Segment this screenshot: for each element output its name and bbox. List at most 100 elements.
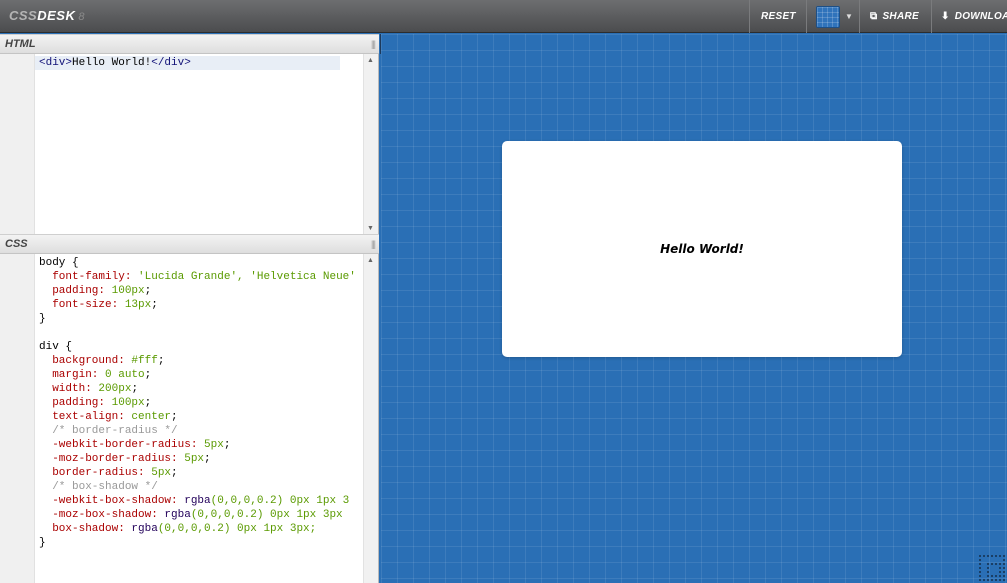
code-token: rgba bbox=[184, 495, 211, 507]
download-button[interactable]: ⬇ DOWNLOAD bbox=[941, 0, 1007, 33]
code-line[interactable]: 18 -webkit-box-shadow: rgba(0,0,0,0.2) 0… bbox=[35, 494, 364, 508]
code-line[interactable]: 17 /* box-shadow */ bbox=[35, 480, 364, 494]
code-token: -webkit-border-radius: bbox=[39, 439, 205, 451]
code-line[interactable]: 15 -moz-border-radius: 5px; bbox=[35, 452, 364, 466]
code-token: div { bbox=[39, 341, 73, 353]
code-token: } bbox=[39, 537, 46, 549]
theme-swatch-icon bbox=[816, 5, 840, 28]
code-token: width: bbox=[39, 383, 99, 395]
toolbar-divider bbox=[859, 0, 860, 33]
code-line[interactable]: 19 -moz-box-shadow: rgba(0,0,0,0.2) 0px … bbox=[35, 508, 364, 522]
code-line[interactable]: 9 margin: 0 auto; bbox=[35, 368, 364, 382]
html-pane-header: HTML ||| bbox=[0, 34, 379, 54]
code-token: font-family: bbox=[39, 271, 139, 283]
html-code-editor[interactable]: 1<div>Hello World!</div> bbox=[35, 54, 364, 234]
code-token: 200px bbox=[98, 383, 132, 395]
css-pane-header: CSS ||| bbox=[0, 234, 379, 254]
scroll-up-icon[interactable]: ▲ bbox=[367, 257, 374, 264]
code-token: } bbox=[39, 313, 46, 325]
code-token: 5px bbox=[184, 453, 205, 465]
editor-panel: HTML ||| 1<div>Hello World!</div> ▲ ▼ CS… bbox=[0, 34, 379, 583]
toolbar-divider bbox=[749, 0, 750, 33]
code-line[interactable]: 4 font-size: 13px; bbox=[35, 298, 364, 312]
html-scrollbar[interactable]: ▲ ▼ bbox=[363, 54, 378, 234]
code-token: ; bbox=[204, 453, 211, 465]
toolbar-divider bbox=[931, 0, 932, 33]
code-line[interactable]: 21} bbox=[35, 536, 364, 550]
code-token: ; bbox=[171, 411, 178, 423]
code-token: rgba bbox=[131, 523, 158, 535]
resize-handle-icon[interactable] bbox=[979, 555, 1005, 581]
code-token: 5px bbox=[204, 439, 224, 451]
grip-icon[interactable]: ||| bbox=[371, 39, 376, 49]
code-line[interactable]: 20 box-shadow: rgba(0,0,0,0.2) 0px 1px 3… bbox=[35, 522, 364, 536]
theme-picker-button[interactable]: ▼ bbox=[816, 0, 853, 33]
code-token: (0,0,0,0.2) 0px 1px 3px; bbox=[157, 523, 317, 535]
code-line[interactable]: 1<div>Hello World!</div> bbox=[35, 56, 340, 70]
code-token: </div> bbox=[151, 57, 191, 69]
css-code-editor[interactable]: 1body {2 font-family: 'Lucida Grande', '… bbox=[35, 254, 364, 583]
code-token: ; bbox=[131, 383, 139, 395]
code-token: 'Lucida Grande', 'Helvetica Neue' bbox=[138, 271, 356, 283]
scroll-up-icon[interactable]: ▲ bbox=[367, 57, 374, 64]
share-button[interactable]: ⧉ SHARE bbox=[870, 0, 919, 33]
code-line[interactable]: 11 padding: 100px; bbox=[35, 396, 364, 410]
code-token: /* box-shadow */ bbox=[39, 481, 158, 493]
code-token: 5px bbox=[151, 467, 172, 479]
code-token: 100px bbox=[111, 285, 145, 297]
code-token: box-shadow: bbox=[39, 523, 132, 535]
code-token: padding: bbox=[39, 285, 112, 297]
code-line[interactable]: 7div { bbox=[35, 340, 364, 354]
code-token: body { bbox=[39, 257, 79, 269]
code-token: padding: bbox=[39, 397, 112, 409]
preview-area: Hello World! bbox=[381, 34, 1007, 583]
code-token: 100px bbox=[111, 397, 145, 409]
code-line[interactable]: 6 bbox=[35, 326, 364, 340]
grip-icon[interactable]: ||| bbox=[371, 239, 376, 249]
code-line[interactable]: 13 /* border-radius */ bbox=[35, 424, 364, 438]
code-line[interactable]: 12 text-align: center; bbox=[35, 410, 364, 424]
toolbar-divider bbox=[806, 0, 807, 33]
code-token: ; bbox=[144, 369, 152, 381]
code-token: border-radius: bbox=[39, 467, 152, 479]
code-token: ; bbox=[171, 467, 178, 479]
code-token: ; bbox=[223, 439, 231, 451]
code-line[interactable]: 3 padding: 100px; bbox=[35, 284, 364, 298]
reset-button[interactable]: RESET bbox=[761, 0, 796, 33]
code-line[interactable]: 2 font-family: 'Lucida Grande', 'Helveti… bbox=[35, 270, 364, 284]
code-line[interactable]: 14 -webkit-border-radius: 5px; bbox=[35, 438, 364, 452]
logo-text-css: CSS bbox=[9, 8, 38, 23]
code-token: 0 auto bbox=[105, 369, 145, 381]
code-line[interactable]: 1body { bbox=[35, 256, 364, 270]
code-token: ; bbox=[157, 355, 165, 367]
download-icon: ⬇ bbox=[941, 11, 950, 22]
share-label: SHARE bbox=[882, 11, 919, 22]
preview-hello-box: Hello World! bbox=[502, 141, 902, 357]
share-icon: ⧉ bbox=[870, 11, 878, 22]
code-line[interactable]: 5} bbox=[35, 312, 364, 326]
code-line[interactable]: 8 background: #fff; bbox=[35, 354, 364, 368]
code-line[interactable]: 16 border-radius: 5px; bbox=[35, 466, 364, 480]
code-token: (0,0,0,0.2) 0px 1px 3 bbox=[210, 495, 350, 507]
code-token: center bbox=[131, 411, 172, 423]
code-token: -moz-box-shadow: bbox=[39, 509, 165, 521]
css-scrollbar[interactable]: ▲ bbox=[363, 254, 378, 583]
html-line-gutter bbox=[0, 54, 35, 234]
logo-text-desk: DESK bbox=[37, 8, 76, 23]
reset-label: RESET bbox=[761, 11, 796, 22]
code-token: 13px bbox=[124, 299, 152, 311]
code-token: (0,0,0,0.2) 0px 1px 3px bbox=[190, 509, 343, 521]
css-line-gutter bbox=[0, 254, 35, 583]
css-pane-title: CSS bbox=[5, 238, 28, 250]
code-token: ; bbox=[151, 299, 158, 311]
code-token: rgba bbox=[164, 509, 191, 521]
logo-version: 8 bbox=[78, 11, 85, 23]
code-token: /* border-radius */ bbox=[39, 425, 178, 437]
scroll-down-icon[interactable]: ▼ bbox=[367, 225, 374, 232]
code-token: <div> bbox=[39, 57, 73, 69]
code-token: text-align: bbox=[39, 411, 132, 423]
code-line[interactable]: 10 width: 200px; bbox=[35, 382, 364, 396]
code-token: background: bbox=[39, 355, 132, 367]
code-token: ; bbox=[144, 397, 152, 409]
preview-hello-text: Hello World! bbox=[660, 242, 744, 256]
